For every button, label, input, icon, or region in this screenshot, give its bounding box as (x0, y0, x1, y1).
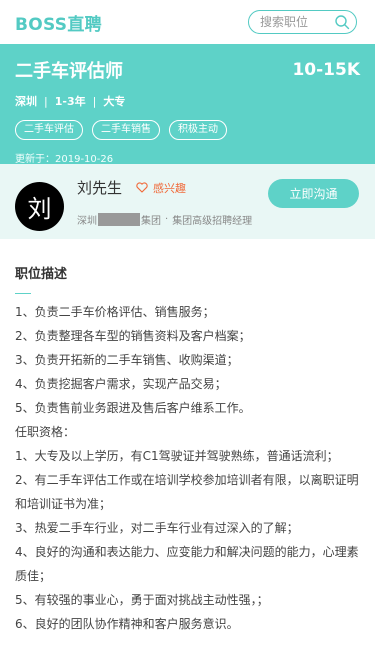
search-box[interactable] (248, 10, 357, 34)
job-tag: 二手车评估 (15, 120, 83, 140)
description-line: 任职资格： (15, 425, 76, 439)
description-line: 1、大专及以上学历，有C1驾驶证并驾驶熟练，普通话流利； (15, 449, 339, 463)
redacted-mask (98, 213, 140, 226)
job-tag: 积极主动 (169, 120, 227, 140)
job-city: 深圳 (15, 95, 37, 108)
job-description: 职位描述 1、负责二手车价格评估、销售服务； 2、负责整理各车型的销售资料及客户… (0, 239, 375, 636)
description-lines: 1、负责二手车价格评估、销售服务； 2、负责整理各车型的销售资料及客户档案； 3… (15, 300, 360, 636)
description-line: 2、负责整理各车型的销售资料及客户档案； (15, 329, 251, 343)
description-line: 2、有二手车评估工作或在培训学校参加培训者有限，以离职证明和培训证书为准； (15, 473, 359, 511)
description-line: 4、良好的沟通和表达能力、应变能力和解决问题的能力，心理素质佳； (15, 545, 359, 583)
recruiter-company: 深圳 集团 · 集团高级招聘经理 (77, 212, 360, 227)
company-prefix: 深圳 (77, 216, 97, 227)
updated-date: 更新于：2019-10-26 (15, 154, 114, 165)
recruiter-name: 刘先生 (77, 179, 123, 197)
description-line: 3、负责开拓新的二手车销售、收购渠道； (15, 353, 239, 367)
separator: | (44, 94, 48, 108)
job-salary: 10-15K (292, 60, 360, 80)
job-tag: 二手车销售 (92, 120, 160, 140)
job-experience: 1-3年 (54, 95, 86, 108)
company-suffix: 集团 (141, 216, 161, 227)
recruiter-card: 刘 刘先生 感兴趣 深圳 集团 · 集团高级招聘经理 立即沟通 (0, 164, 375, 239)
job-tags: 二手车评估 二手车销售 积极主动 (15, 120, 360, 140)
avatar: 刘 (15, 182, 64, 231)
description-line: 5、负责售前业务跟进及售后客户维系工作。 (15, 401, 251, 415)
separator: | (92, 94, 97, 108)
description-line: 3、热爱二手车行业，对二手车行业有过深入的了解； (15, 521, 299, 535)
chat-now-button[interactable]: 立即沟通 (268, 179, 359, 208)
job-meta: 深圳 | 1-3年 | 大专 (15, 93, 360, 109)
job-education: 大专 (103, 95, 126, 108)
recruiter-position: 集团高级招聘经理 (172, 216, 253, 227)
logo[interactable]: BOSS直聘 (15, 10, 102, 35)
section-heading: 职位描述 (15, 267, 68, 282)
description-line: 4、负责挖掘客户需求，实现产品交易； (15, 377, 227, 391)
description-line: 6、良好的团队协作精神和客户服务意识。 (15, 617, 239, 631)
search-input[interactable] (260, 15, 330, 29)
interest-button[interactable]: 感兴趣 (136, 180, 186, 196)
search-icon[interactable] (334, 14, 350, 30)
job-header: 二手车评估师 10-15K 深圳 | 1-3年 | 大专 二手车评估 二手车销售… (0, 44, 375, 165)
description-line: 1、负责二手车价格评估、销售服务； (15, 305, 215, 319)
job-title: 二手车评估师 (15, 61, 123, 82)
interest-label: 感兴趣 (153, 181, 187, 195)
heading-underline (15, 293, 31, 294)
dot-separator: · (165, 214, 169, 225)
description-line: 5、有较强的事业心，勇于面对挑战主动性强，； (15, 593, 269, 607)
top-bar: BOSS直聘 (0, 0, 375, 44)
heart-icon (136, 182, 148, 193)
